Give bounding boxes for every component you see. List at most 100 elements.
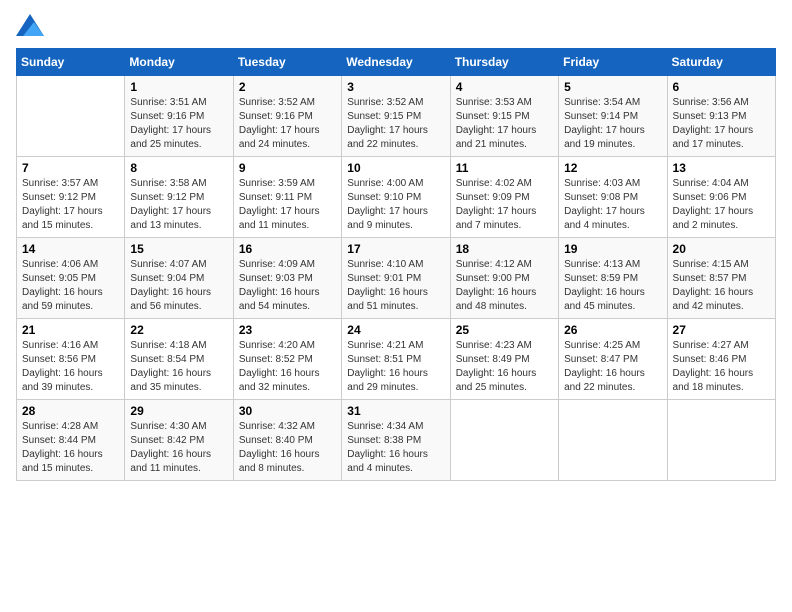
weekday-header-monday: Monday — [125, 49, 233, 76]
day-info: Sunrise: 4:34 AM Sunset: 8:38 PM Dayligh… — [347, 420, 444, 476]
day-info: Sunrise: 4:27 AM Sunset: 8:46 PM Dayligh… — [673, 339, 770, 395]
weekday-header-row: SundayMondayTuesdayWednesdayThursdayFrid… — [17, 49, 776, 76]
day-number: 26 — [564, 323, 661, 337]
day-number: 23 — [239, 323, 336, 337]
calendar-cell — [559, 400, 667, 481]
header — [16, 16, 776, 38]
calendar-cell: 11 Sunrise: 4:02 AM Sunset: 9:09 PM Dayli… — [450, 157, 558, 238]
calendar-cell: 7 Sunrise: 3:57 AM Sunset: 9:12 PM Daylig… — [17, 157, 125, 238]
day-number: 7 — [22, 161, 119, 175]
week-row-1: 1 Sunrise: 3:51 AM Sunset: 9:16 PM Daylig… — [17, 76, 776, 157]
day-number: 4 — [456, 80, 553, 94]
day-number: 10 — [347, 161, 444, 175]
calendar-cell: 27Sunrise: 4:27 AM Sunset: 8:46 PM Dayli… — [667, 319, 775, 400]
weekday-header-tuesday: Tuesday — [233, 49, 341, 76]
calendar-cell: 12 Sunrise: 4:03 AM Sunset: 9:08 PM Dayli… — [559, 157, 667, 238]
week-row-2: 7 Sunrise: 3:57 AM Sunset: 9:12 PM Daylig… — [17, 157, 776, 238]
day-number: 20 — [673, 242, 770, 256]
week-row-4: 21 Sunrise: 4:16 AM Sunset: 8:56 PM Dayli… — [17, 319, 776, 400]
day-number: 13 — [673, 161, 770, 175]
day-info: Sunrise: 4:21 AM Sunset: 8:51 PM Dayligh… — [347, 339, 444, 395]
calendar-cell: 30 Sunrise: 4:32 AM Sunset: 8:40 PM Dayli… — [233, 400, 341, 481]
calendar-cell: 18Sunrise: 4:12 AM Sunset: 9:00 PM Dayli… — [450, 238, 558, 319]
calendar-cell: 25 Sunrise: 4:23 AM Sunset: 8:49 PM Dayli… — [450, 319, 558, 400]
day-number: 8 — [130, 161, 227, 175]
day-number: 16 — [239, 242, 336, 256]
day-info: Sunrise: 4:02 AM Sunset: 9:09 PM Dayligh… — [456, 177, 553, 233]
day-info: Sunrise: 4:09 AM Sunset: 9:03 PM Dayligh… — [239, 258, 336, 314]
day-number: 14 — [22, 242, 119, 256]
day-info: Sunrise: 4:20 AM Sunset: 8:52 PM Dayligh… — [239, 339, 336, 395]
day-info: Sunrise: 4:16 AM Sunset: 8:56 PM Dayligh… — [22, 339, 119, 395]
day-number: 3 — [347, 80, 444, 94]
day-number: 24 — [347, 323, 444, 337]
weekday-header-thursday: Thursday — [450, 49, 558, 76]
calendar-cell: 31Sunrise: 4:34 AM Sunset: 8:38 PM Dayli… — [342, 400, 450, 481]
day-info: Sunrise: 4:30 AM Sunset: 8:42 PM Dayligh… — [130, 420, 227, 476]
calendar-cell: 28 Sunrise: 4:28 AM Sunset: 8:44 PM Dayli… — [17, 400, 125, 481]
weekday-header-saturday: Saturday — [667, 49, 775, 76]
day-info: Sunrise: 4:13 AM Sunset: 8:59 PM Dayligh… — [564, 258, 661, 314]
day-info: Sunrise: 4:04 AM Sunset: 9:06 PM Dayligh… — [673, 177, 770, 233]
calendar-cell: 29Sunrise: 4:30 AM Sunset: 8:42 PM Dayli… — [125, 400, 233, 481]
calendar-cell — [450, 400, 558, 481]
day-info: Sunrise: 4:10 AM Sunset: 9:01 PM Dayligh… — [347, 258, 444, 314]
calendar-cell — [667, 400, 775, 481]
day-info: Sunrise: 3:57 AM Sunset: 9:12 PM Dayligh… — [22, 177, 119, 233]
calendar-cell: 22 Sunrise: 4:18 AM Sunset: 8:54 PM Dayli… — [125, 319, 233, 400]
day-info: Sunrise: 3:59 AM Sunset: 9:11 PM Dayligh… — [239, 177, 336, 233]
calendar-cell: 9Sunrise: 3:59 AM Sunset: 9:11 PM Daylig… — [233, 157, 341, 238]
day-number: 30 — [239, 404, 336, 418]
day-info: Sunrise: 4:12 AM Sunset: 9:00 PM Dayligh… — [456, 258, 553, 314]
calendar-cell: 16 Sunrise: 4:09 AM Sunset: 9:03 PM Dayli… — [233, 238, 341, 319]
day-number: 21 — [22, 323, 119, 337]
day-number: 19 — [564, 242, 661, 256]
day-info: Sunrise: 4:06 AM Sunset: 9:05 PM Dayligh… — [22, 258, 119, 314]
day-info: Sunrise: 4:15 AM Sunset: 8:57 PM Dayligh… — [673, 258, 770, 314]
day-number: 1 — [130, 80, 227, 94]
day-number: 22 — [130, 323, 227, 337]
calendar-cell: 5Sunrise: 3:54 AM Sunset: 9:14 PM Daylig… — [559, 76, 667, 157]
calendar-cell: 20 Sunrise: 4:15 AM Sunset: 8:57 PM Dayli… — [667, 238, 775, 319]
day-info: Sunrise: 4:00 AM Sunset: 9:10 PM Dayligh… — [347, 177, 444, 233]
logo-icon — [16, 14, 44, 36]
day-info: Sunrise: 4:07 AM Sunset: 9:04 PM Dayligh… — [130, 258, 227, 314]
calendar-cell: 4 Sunrise: 3:53 AM Sunset: 9:15 PM Daylig… — [450, 76, 558, 157]
day-info: Sunrise: 3:51 AM Sunset: 9:16 PM Dayligh… — [130, 96, 227, 152]
week-row-5: 28 Sunrise: 4:28 AM Sunset: 8:44 PM Dayli… — [17, 400, 776, 481]
day-info: Sunrise: 4:18 AM Sunset: 8:54 PM Dayligh… — [130, 339, 227, 395]
calendar-cell: 15 Sunrise: 4:07 AM Sunset: 9:04 PM Dayli… — [125, 238, 233, 319]
day-number: 6 — [673, 80, 770, 94]
calendar-cell: 26Sunrise: 4:25 AM Sunset: 8:47 PM Dayli… — [559, 319, 667, 400]
calendar-table: SundayMondayTuesdayWednesdayThursdayFrid… — [16, 48, 776, 481]
day-info: Sunrise: 4:03 AM Sunset: 9:08 PM Dayligh… — [564, 177, 661, 233]
calendar-cell: 3 Sunrise: 3:52 AM Sunset: 9:15 PM Daylig… — [342, 76, 450, 157]
calendar-cell: 17Sunrise: 4:10 AM Sunset: 9:01 PM Dayli… — [342, 238, 450, 319]
day-number: 11 — [456, 161, 553, 175]
day-number: 28 — [22, 404, 119, 418]
day-info: Sunrise: 3:58 AM Sunset: 9:12 PM Dayligh… — [130, 177, 227, 233]
day-info: Sunrise: 4:32 AM Sunset: 8:40 PM Dayligh… — [239, 420, 336, 476]
day-info: Sunrise: 4:23 AM Sunset: 8:49 PM Dayligh… — [456, 339, 553, 395]
day-info: Sunrise: 4:28 AM Sunset: 8:44 PM Dayligh… — [22, 420, 119, 476]
calendar-cell: 14 Sunrise: 4:06 AM Sunset: 9:05 PM Dayli… — [17, 238, 125, 319]
calendar-cell — [17, 76, 125, 157]
weekday-header-friday: Friday — [559, 49, 667, 76]
logo — [16, 16, 48, 38]
calendar-cell: 24 Sunrise: 4:21 AM Sunset: 8:51 PM Dayli… — [342, 319, 450, 400]
day-number: 5 — [564, 80, 661, 94]
day-number: 12 — [564, 161, 661, 175]
day-number: 2 — [239, 80, 336, 94]
calendar-cell: 8 Sunrise: 3:58 AM Sunset: 9:12 PM Daylig… — [125, 157, 233, 238]
calendar-cell: 1 Sunrise: 3:51 AM Sunset: 9:16 PM Daylig… — [125, 76, 233, 157]
weekday-header-sunday: Sunday — [17, 49, 125, 76]
day-info: Sunrise: 3:52 AM Sunset: 9:15 PM Dayligh… — [347, 96, 444, 152]
day-info: Sunrise: 3:52 AM Sunset: 9:16 PM Dayligh… — [239, 96, 336, 152]
calendar-cell: 13 Sunrise: 4:04 AM Sunset: 9:06 PM Dayli… — [667, 157, 775, 238]
day-info: Sunrise: 3:53 AM Sunset: 9:15 PM Dayligh… — [456, 96, 553, 152]
week-row-3: 14 Sunrise: 4:06 AM Sunset: 9:05 PM Dayli… — [17, 238, 776, 319]
calendar-cell: 6Sunrise: 3:56 AM Sunset: 9:13 PM Daylig… — [667, 76, 775, 157]
day-number: 15 — [130, 242, 227, 256]
calendar-cell: 10 Sunrise: 4:00 AM Sunset: 9:10 PM Dayli… — [342, 157, 450, 238]
day-number: 25 — [456, 323, 553, 337]
